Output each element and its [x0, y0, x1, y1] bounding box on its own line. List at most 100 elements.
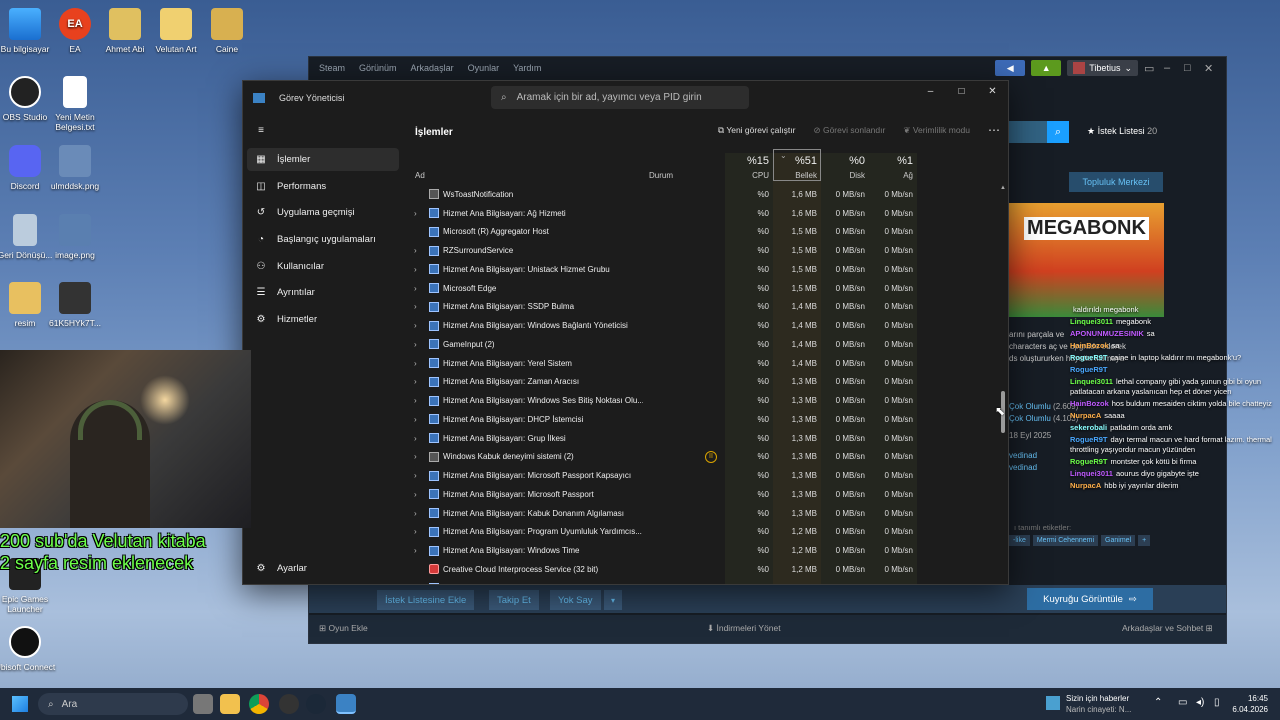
ignore-button[interactable]: Yok Say [550, 590, 601, 610]
nav-processes[interactable]: ▦ İşlemler [247, 148, 399, 171]
search-button[interactable]: ⌕ [1047, 121, 1069, 143]
maximize-icon[interactable]: □ [1184, 62, 1198, 74]
process-row[interactable]: › Windows Kabuk deneyimi sistemi (2) II %0 1… [405, 448, 1000, 467]
close-icon[interactable]: ✕ [1204, 62, 1218, 75]
wishlist-add-button[interactable]: İstek Listesine Ekle [377, 590, 475, 610]
process-row[interactable]: WsToastNotification %0 1,6 MB 0 MB/sn 0 Mb/s… [405, 185, 1000, 204]
header-cpu-pct[interactable]: %15 [725, 155, 769, 167]
steam-menu-item[interactable]: Steam [319, 63, 345, 73]
expand-chevron-icon[interactable]: › [414, 246, 417, 255]
header-name[interactable]: Ad [415, 171, 425, 180]
desktop-icon-image[interactable]: image.png [43, 214, 107, 260]
steam-menu-item[interactable]: Oyunlar [468, 63, 500, 73]
expand-chevron-icon[interactable]: › [414, 415, 417, 424]
obs-taskbar-icon[interactable] [279, 694, 299, 714]
news-widget[interactable]: Sizin için haberler Narin cinayeti: N... [1046, 693, 1131, 715]
process-row[interactable]: › Hizmet Ana Bilgisayarı: Microsoft Passp… [405, 485, 1000, 504]
community-hub-button[interactable]: Topluluk Merkezi [1069, 172, 1163, 192]
maximize-button[interactable]: □ [946, 81, 977, 101]
process-search-input[interactable]: ⌕ Aramak için bir ad, yayımcı veya PID g… [491, 86, 749, 109]
header-mem[interactable]: Bellek [773, 171, 817, 180]
expand-chevron-icon[interactable]: › [414, 377, 417, 386]
nav-services[interactable]: ⚙ Hizmetler [247, 308, 399, 331]
close-button[interactable]: ✕ [977, 81, 1008, 101]
header-net[interactable]: Ağ [869, 171, 913, 180]
process-row[interactable]: › Hizmet Ana Bilgisayarı: Zaman Aracısı %0… [405, 373, 1000, 392]
chrome-icon[interactable] [249, 694, 269, 714]
tag[interactable]: Mermi Cehennemi [1032, 535, 1099, 546]
nav-users[interactable]: ⚇ Kullanıcılar [247, 255, 399, 278]
nav-performance[interactable]: ◫ Performans [247, 175, 399, 198]
friends-chat-button[interactable]: Arkadaşlar ve Sohbet ⊞ [1122, 623, 1213, 634]
process-row[interactable]: › Hizmet Ana Bilgisayarı: Windows Bağlant… [405, 316, 1000, 335]
nav-details[interactable]: ☰ Ayrıntılar [247, 281, 399, 304]
expand-chevron-icon[interactable]: › [414, 284, 417, 293]
announce-button[interactable]: ◀ [995, 60, 1026, 76]
process-row[interactable]: › Hizmet Ana Bilgisayarı: Program Uyumlul… [405, 523, 1000, 542]
header-cpu[interactable]: CPU [725, 171, 769, 180]
steam-menu-item[interactable]: Arkadaşlar [411, 63, 454, 73]
process-row[interactable]: ›Hizmet Ana Bilgisayarı: SysMain%01,2 MB… [405, 579, 1000, 584]
process-row[interactable]: › Hizmet Ana Bilgisayarı: DHCP İstemcisi%… [405, 410, 1000, 429]
taskmanager-taskbar-icon[interactable] [336, 694, 356, 714]
efficiency-mode-button[interactable]: ❦ Verimlilik modu [903, 125, 970, 136]
expand-chevron-icon[interactable]: › [414, 321, 417, 330]
desktop-icon-textfile[interactable]: Yeni Metin Belgesi.txt [43, 76, 107, 132]
expand-chevron-icon[interactable]: › [414, 546, 417, 555]
tag[interactable]: + [1138, 535, 1151, 546]
process-row[interactable]: Creative Cloud Interprocess Service (32 … [405, 560, 1000, 579]
minimize-icon[interactable]: – [1164, 62, 1178, 74]
process-row[interactable]: › Hizmet Ana Bilgisayarı: Unistack Hizmet… [405, 260, 1000, 279]
header-disk[interactable]: Disk [821, 171, 865, 180]
battery-icon[interactable]: ▯ [1214, 697, 1220, 708]
process-row[interactable]: › Hizmet Ana Bilgisayarı: Ağ Hizmeti %0 1,6… [405, 204, 1000, 223]
header-status[interactable]: Durum [649, 171, 673, 180]
process-row[interactable]: › Hizmet Ana Bilgisayarı: SSDP Bulma %0 1,4… [405, 298, 1000, 317]
store-search-box[interactable] [1009, 121, 1047, 143]
bigpicture-icon[interactable]: ▭ [1144, 62, 1158, 75]
task-view-icon[interactable] [193, 694, 213, 714]
steam-taskbar-icon[interactable] [306, 694, 326, 714]
follow-button[interactable]: Takip Et [489, 590, 539, 610]
expand-chevron-icon[interactable]: › [414, 452, 417, 461]
downloads-button[interactable]: ⬇ İndirmeleri Yönet [707, 623, 781, 634]
desktop-icon-61k[interactable]: 61K5HYk7T... [43, 282, 107, 328]
speaker-icon[interactable]: ◂) [1196, 697, 1204, 708]
view-queue-button[interactable]: Kuyruğu Görüntüle ⇨ [1027, 588, 1153, 610]
desktop-icon-ulmddsk[interactable]: ulmddsk.png [43, 145, 107, 191]
scroll-up-icon[interactable]: ▲ [1000, 185, 1006, 191]
nav-startup[interactable]: ◔ Başlangıç uygulamaları [247, 228, 399, 251]
process-row[interactable]: › GameInput (2) %0 1,4 MB 0 MB/sn 0 Mb/sn [405, 335, 1000, 354]
steam-menu-item[interactable]: Görünüm [359, 63, 397, 73]
expand-chevron-icon[interactable]: › [414, 340, 417, 349]
notifications-button[interactable]: ▲ [1031, 60, 1062, 76]
process-row[interactable]: › Hizmet Ana Bilgisayarı: Yerel Sistem %0 1… [405, 354, 1000, 373]
scrollbar[interactable]: ▲ [1000, 185, 1006, 584]
expand-chevron-icon[interactable]: › [414, 434, 417, 443]
expand-chevron-icon[interactable]: › [414, 471, 417, 480]
ignore-dropdown[interactable]: ▾ [604, 590, 622, 610]
wishlist-link[interactable]: ★ İstek Listesi 20 [1087, 126, 1157, 137]
expand-chevron-icon[interactable]: › [414, 265, 417, 274]
expand-chevron-icon[interactable]: › [414, 209, 417, 218]
process-row[interactable]: › Hizmet Ana Bilgisayarı: Kabuk Donanım A… [405, 504, 1000, 523]
process-row[interactable]: › Hizmet Ana Bilgisayarı: Windows Time %0 1… [405, 541, 1000, 560]
steam-menu-item[interactable]: Yardım [513, 63, 541, 73]
nav-settings[interactable]: ⚙ Ayarlar [247, 557, 399, 580]
expand-chevron-icon[interactable]: › [414, 527, 417, 536]
end-task-button[interactable]: ⊘ Görevi sonlandır [813, 125, 885, 136]
expand-chevron-icon[interactable]: › [414, 302, 417, 311]
process-row[interactable]: › Hizmet Ana Bilgisayarı: Microsoft Passp… [405, 466, 1000, 485]
tag[interactable]: Ganimel [1101, 535, 1136, 546]
taskbar-search[interactable]: ⌕ Ara [38, 693, 188, 715]
expand-chevron-icon[interactable]: › [414, 359, 417, 368]
minimize-button[interactable]: – [915, 81, 946, 101]
process-row[interactable]: › Hizmet Ana Bilgisayarı: Windows Ses Bit… [405, 391, 1000, 410]
process-row[interactable]: Microsoft (R) Aggregator Host %0 1,5 MB 0 M… [405, 223, 1000, 242]
hamburger-menu-button[interactable]: ≡ [247, 119, 399, 142]
process-row[interactable]: › Microsoft Edge %0 1,5 MB 0 MB/sn 0 Mb/sn [405, 279, 1000, 298]
header-net-pct[interactable]: %1 [869, 155, 913, 167]
add-game-button[interactable]: ⊞ Oyun Ekle [319, 623, 368, 634]
expand-chevron-icon[interactable]: › [414, 396, 417, 405]
expand-chevron-icon[interactable]: › [414, 490, 417, 499]
